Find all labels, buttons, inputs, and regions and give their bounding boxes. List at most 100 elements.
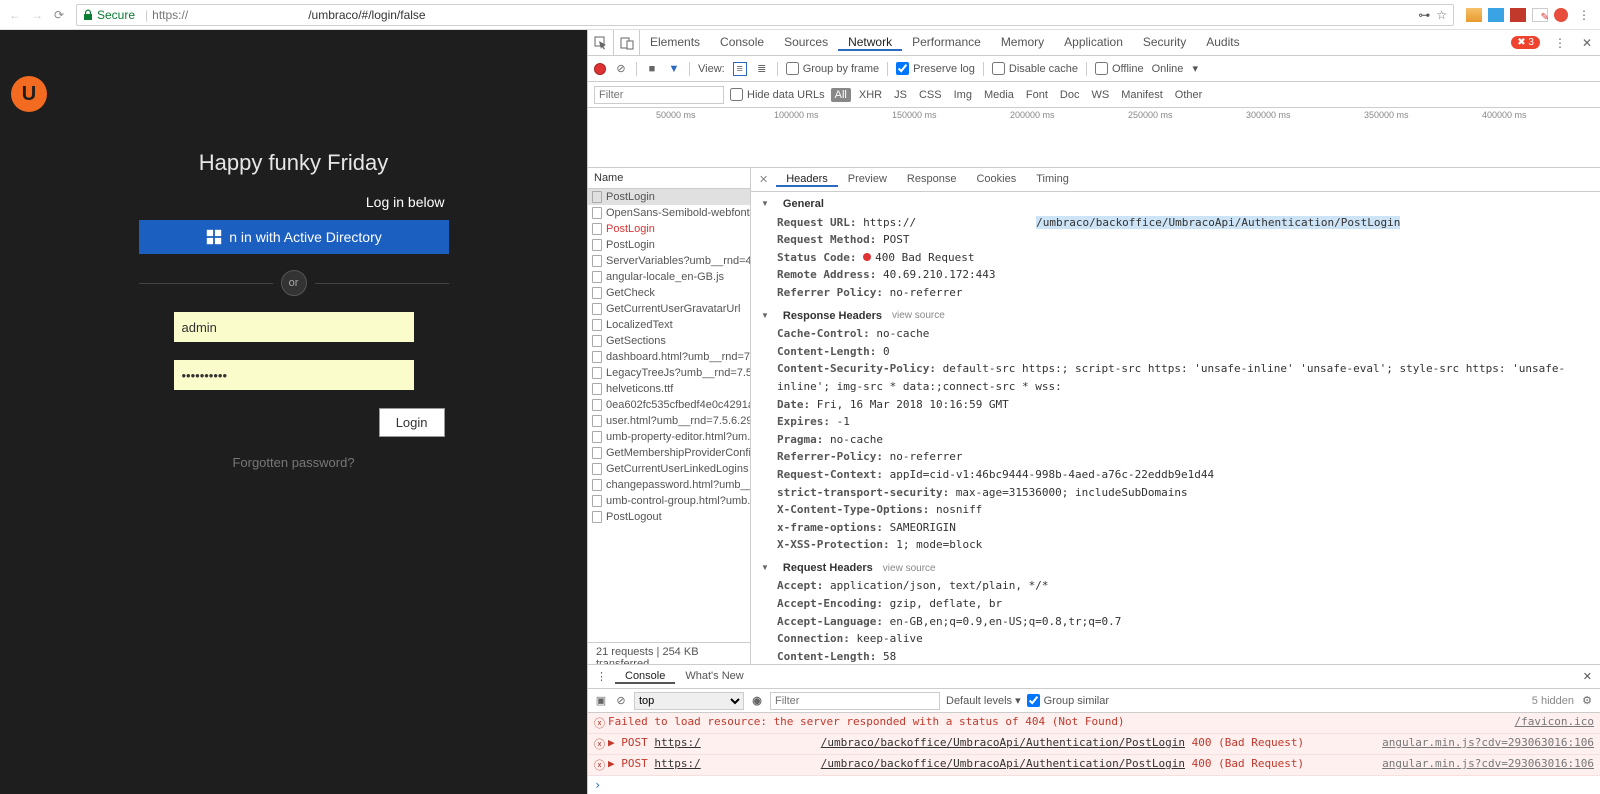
request-row[interactable]: user.html?umb__rnd=7.5.6.293...	[588, 413, 750, 429]
ext-icon[interactable]: ✎	[1532, 8, 1548, 22]
detail-tab-preview[interactable]: Preview	[838, 173, 897, 185]
inspect-icon[interactable]	[588, 30, 614, 55]
request-row[interactable]: LegacyTreeJs?umb__rnd=7.5.6...	[588, 365, 750, 381]
console-prompt[interactable]: ›	[588, 776, 1600, 794]
console-settings-icon[interactable]: ⚙	[1580, 694, 1594, 707]
request-row[interactable]: umb-control-group.html?umb...	[588, 493, 750, 509]
filter-type-font[interactable]: Font	[1022, 88, 1052, 102]
drawer-close-icon[interactable]: ✕	[1575, 670, 1600, 683]
devtools-tab-network[interactable]: Network	[838, 35, 902, 51]
error-badge[interactable]: ✖ 3	[1511, 36, 1540, 49]
online-select[interactable]: Online ▾	[1152, 62, 1199, 75]
detail-tab-response[interactable]: Response	[897, 173, 967, 185]
disable-cache-checkbox[interactable]: Disable cache	[992, 62, 1078, 75]
drawer-menu-icon[interactable]: ⋮	[588, 670, 615, 683]
view-source-link[interactable]: view source	[883, 561, 936, 577]
devtools-tab-memory[interactable]: Memory	[991, 35, 1054, 49]
console-source-link[interactable]: /favicon.ico	[1515, 715, 1594, 728]
filter-type-media[interactable]: Media	[980, 88, 1018, 102]
network-filter-input[interactable]	[594, 86, 724, 104]
section-header[interactable]: Response Headersview source	[761, 308, 1590, 326]
filter-type-manifest[interactable]: Manifest	[1117, 88, 1167, 102]
drawer-tab-whatsnew[interactable]: What's New	[675, 670, 753, 682]
console-source-link[interactable]: angular.min.js?cdv=293063016:106	[1382, 757, 1594, 770]
filter-type-css[interactable]: CSS	[915, 88, 946, 102]
request-row[interactable]: PostLogin	[588, 237, 750, 253]
menu-icon[interactable]: ⋮	[1574, 8, 1594, 22]
reload-icon[interactable]: ⟳	[50, 6, 68, 24]
request-row[interactable]: dashboard.html?umb__rnd=7...	[588, 349, 750, 365]
record-button[interactable]	[594, 63, 606, 75]
request-row[interactable]: PostLogin	[588, 221, 750, 237]
section-header[interactable]: General	[761, 196, 1590, 214]
password-input[interactable]	[174, 360, 414, 390]
request-row[interactable]: PostLogout	[588, 509, 750, 525]
create-live-expression-icon[interactable]: ◉	[750, 694, 764, 707]
request-row[interactable]: PostLogin	[588, 189, 750, 205]
filter-type-js[interactable]: JS	[890, 88, 911, 102]
filter-type-doc[interactable]: Doc	[1056, 88, 1084, 102]
request-row[interactable]: umb-property-editor.html?um...	[588, 429, 750, 445]
console-filter-input[interactable]	[770, 692, 940, 710]
devtools-close-icon[interactable]: ✕	[1574, 36, 1600, 50]
filter-type-xhr[interactable]: XHR	[855, 88, 886, 102]
devtools-tab-security[interactable]: Security	[1133, 35, 1196, 49]
hide-data-urls-checkbox[interactable]: Hide data URLs	[730, 88, 825, 101]
group-similar-checkbox[interactable]: Group similar	[1027, 694, 1109, 707]
forward-icon[interactable]: →	[28, 6, 46, 24]
context-select[interactable]: top	[634, 692, 744, 710]
capture-screenshots-icon[interactable]: ■	[645, 63, 659, 75]
request-row[interactable]: GetMembershipProviderConfig	[588, 445, 750, 461]
active-directory-login-button[interactable]: n in with Active Directory	[139, 220, 449, 254]
request-row[interactable]: GetCurrentUserLinkedLogins	[588, 461, 750, 477]
ext-icon[interactable]	[1488, 8, 1504, 22]
devtools-tab-performance[interactable]: Performance	[902, 35, 991, 49]
console-clear-icon[interactable]: ⊘	[614, 694, 628, 707]
devtools-tab-console[interactable]: Console	[710, 35, 774, 49]
devtools-menu-icon[interactable]: ⋮	[1546, 36, 1574, 50]
ext-icon[interactable]	[1466, 8, 1482, 22]
view-source-link[interactable]: view source	[892, 308, 945, 324]
network-timeline[interactable]: 50000 ms100000 ms150000 ms200000 ms25000…	[588, 108, 1600, 168]
forgot-password-link[interactable]: Forgotten password?	[139, 455, 449, 470]
filter-toggle-icon[interactable]: ▼	[667, 63, 681, 75]
request-row[interactable]: GetCheck	[588, 285, 750, 301]
login-button[interactable]: Login	[379, 408, 445, 437]
devtools-tab-sources[interactable]: Sources	[774, 35, 838, 49]
devtools-tab-elements[interactable]: Elements	[640, 35, 710, 49]
filter-type-img[interactable]: Img	[950, 88, 976, 102]
device-toggle-icon[interactable]	[614, 30, 640, 55]
clear-icon[interactable]: ⊘	[614, 62, 628, 75]
detail-tab-cookies[interactable]: Cookies	[966, 173, 1026, 185]
group-by-frame-checkbox[interactable]: Group by frame	[786, 62, 879, 75]
request-row[interactable]: OpenSans-Semibold-webfont.ttf	[588, 205, 750, 221]
ext-icon[interactable]	[1554, 8, 1568, 22]
back-icon[interactable]: ←	[6, 6, 24, 24]
ext-icon[interactable]	[1510, 8, 1526, 22]
address-bar[interactable]: Secure | https:// /umbraco/#/login/false…	[76, 4, 1454, 26]
username-input[interactable]	[174, 312, 414, 342]
console-sidebar-icon[interactable]: ▣	[594, 694, 608, 707]
detail-tab-timing[interactable]: Timing	[1026, 173, 1079, 185]
drawer-tab-console[interactable]: Console	[615, 670, 675, 684]
preserve-log-checkbox[interactable]: Preserve log	[896, 62, 975, 75]
devtools-tab-audits[interactable]: Audits	[1196, 35, 1249, 49]
hidden-count[interactable]: 5 hidden	[1532, 695, 1574, 707]
devtools-tab-application[interactable]: Application	[1054, 35, 1133, 49]
request-row[interactable]: helveticons.ttf	[588, 381, 750, 397]
small-rows-icon[interactable]: ≣	[755, 62, 769, 75]
close-detail-icon[interactable]: ✕	[751, 173, 776, 186]
request-row[interactable]: 0ea602fc535cfbedf4e0c4291a...	[588, 397, 750, 413]
filter-type-other[interactable]: Other	[1171, 88, 1207, 102]
log-levels-select[interactable]: Default levels ▾	[946, 694, 1021, 707]
request-row[interactable]: LocalizedText	[588, 317, 750, 333]
section-header[interactable]: Request Headersview source	[761, 560, 1590, 578]
request-row[interactable]: angular-locale_en-GB.js	[588, 269, 750, 285]
request-row[interactable]: GetCurrentUserGravatarUrl	[588, 301, 750, 317]
request-row[interactable]: ServerVariables?umb__rnd=41...	[588, 253, 750, 269]
console-source-link[interactable]: angular.min.js?cdv=293063016:106	[1382, 736, 1594, 749]
request-row[interactable]: GetSections	[588, 333, 750, 349]
filter-type-ws[interactable]: WS	[1087, 88, 1113, 102]
bookmark-icon[interactable]: ☆	[1436, 8, 1447, 22]
large-rows-icon[interactable]: ≡	[733, 62, 747, 76]
